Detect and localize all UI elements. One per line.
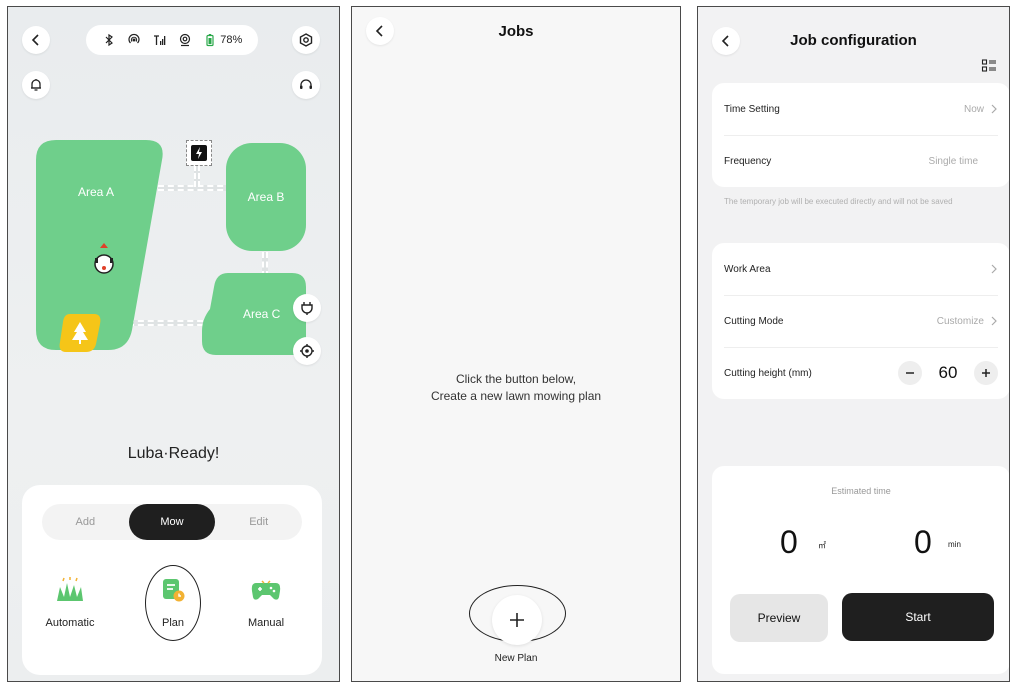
manual-label: Manual — [247, 617, 285, 629]
headset-icon — [300, 79, 312, 89]
robot-status: Luba·Ready! — [127, 445, 220, 462]
bluetooth-icon — [105, 33, 113, 47]
job-configuration-screen: Job configuration Time Setting Now Frequ… — [697, 6, 1010, 682]
work-area-row[interactable]: Work Area — [712, 243, 1009, 295]
plan-mode-button[interactable]: Plan — [138, 575, 208, 629]
cutting-mode-value: Customize — [936, 315, 984, 327]
locate-button[interactable] — [293, 337, 321, 365]
empty-state-message: Click the button below, Create a new law… — [352, 371, 680, 405]
camera-icon — [179, 33, 190, 47]
minus-icon — [906, 372, 914, 374]
support-button[interactable] — [292, 71, 320, 99]
lawn-map[interactable]: Area A Area B Area C — [8, 127, 339, 377]
estimated-time-value: 0 — [914, 524, 932, 560]
new-plan-label: New Plan — [494, 653, 538, 664]
cutting-height-row: Cutting height (mm) 60 — [712, 347, 1009, 399]
automatic-mode-button[interactable]: Automatic — [35, 575, 105, 629]
notifications-button[interactable] — [22, 71, 50, 99]
preview-button[interactable]: Preview — [730, 594, 828, 642]
list-settings-icon[interactable] — [981, 58, 997, 74]
time-setting-row[interactable]: Time Setting Now — [712, 83, 1009, 135]
grass-icon — [57, 577, 83, 601]
jobs-screen: Jobs Click the button below, Create a ne… — [351, 6, 681, 682]
estimated-time-label: Estimated time — [831, 486, 891, 496]
empty-state-line-1: Click the button below, — [455, 372, 577, 386]
time-unit: min — [948, 540, 961, 549]
frequency-value: Single time — [928, 155, 978, 167]
area-a-label: Area A — [78, 185, 115, 199]
plan-icon — [163, 579, 185, 602]
cutting-height-label: Cutting height (mm) — [724, 367, 812, 379]
settings-button[interactable] — [292, 26, 320, 54]
cutting-height-value: 60 — [938, 363, 958, 382]
chevron-right-icon — [991, 264, 997, 274]
segment-edit[interactable]: Edit — [215, 504, 302, 540]
automatic-label: Automatic — [45, 617, 95, 629]
control-panel: Add Mow Edit Automatic Plan Manual — [22, 485, 322, 675]
gamepad-icon — [251, 580, 281, 600]
cellular-signal-icon — [154, 35, 166, 45]
time-setting-label: Time Setting — [724, 103, 780, 115]
battery-icon — [206, 34, 214, 47]
locate-icon — [300, 344, 314, 358]
increase-height-button[interactable] — [974, 361, 998, 385]
charging-station-icon — [191, 145, 207, 161]
rtk-signal-icon — [128, 33, 140, 44]
area-c-label: Area C — [243, 307, 281, 321]
plan-label: Plan — [161, 617, 185, 629]
start-button[interactable]: Start — [842, 593, 994, 641]
frequency-row[interactable]: Frequency Single time — [712, 135, 1009, 187]
page-title: Job configuration — [790, 32, 917, 49]
cutting-mode-row[interactable]: Cutting Mode Customize — [712, 295, 1009, 347]
segment-mow[interactable]: Mow — [128, 504, 216, 540]
area-unit: ㎡ — [818, 541, 826, 550]
plug-icon — [301, 302, 313, 315]
chevron-left-icon — [31, 34, 39, 46]
chevron-right-icon — [991, 104, 997, 114]
decrease-height-button[interactable] — [898, 361, 922, 385]
manual-mode-button[interactable]: Manual — [231, 575, 301, 629]
bell-icon — [31, 79, 41, 91]
status-bar: 78% — [86, 25, 258, 55]
page-title: Jobs — [498, 23, 534, 40]
chevron-right-icon — [991, 316, 997, 326]
area-b[interactable]: Area B — [226, 143, 306, 251]
schedule-card: Time Setting Now Frequency Single time — [712, 83, 1009, 187]
home-screen: 78% Area A Area B Area C Luba·Ready! Add… — [7, 6, 340, 682]
mower-icon — [94, 243, 114, 274]
cutting-mode-label: Cutting Mode — [724, 315, 784, 327]
battery-percent: 78% — [220, 34, 243, 46]
tree-obstacle-icon — [59, 314, 101, 352]
time-setting-value: Now — [963, 103, 984, 115]
settings-icon — [299, 33, 313, 47]
area-b-label: Area B — [247, 190, 285, 204]
dock-button[interactable] — [293, 294, 321, 322]
frequency-label: Frequency — [724, 155, 772, 167]
plus-icon — [982, 369, 990, 377]
mowing-settings-card: Work Area Cutting Mode Customize Cutting… — [712, 243, 1009, 399]
work-area-label: Work Area — [724, 263, 771, 275]
new-plan-button[interactable] — [492, 595, 542, 645]
temporary-job-note: The temporary job will be executed direc… — [724, 197, 953, 206]
plus-icon — [510, 613, 524, 627]
empty-state-line-2: Create a new lawn mowing plan — [430, 389, 602, 403]
cutting-height-stepper: 60 — [898, 361, 998, 385]
estimate-card: Estimated time 0 ㎡ 0 min Preview Start — [712, 466, 1009, 674]
back-button[interactable] — [22, 26, 50, 54]
mode-segmented-control: Add Mow Edit — [42, 504, 302, 540]
segment-add[interactable]: Add — [42, 504, 129, 540]
estimated-area-value: 0 — [780, 524, 798, 560]
charging-station[interactable] — [186, 140, 212, 166]
battery-indicator: 78% — [203, 33, 242, 47]
